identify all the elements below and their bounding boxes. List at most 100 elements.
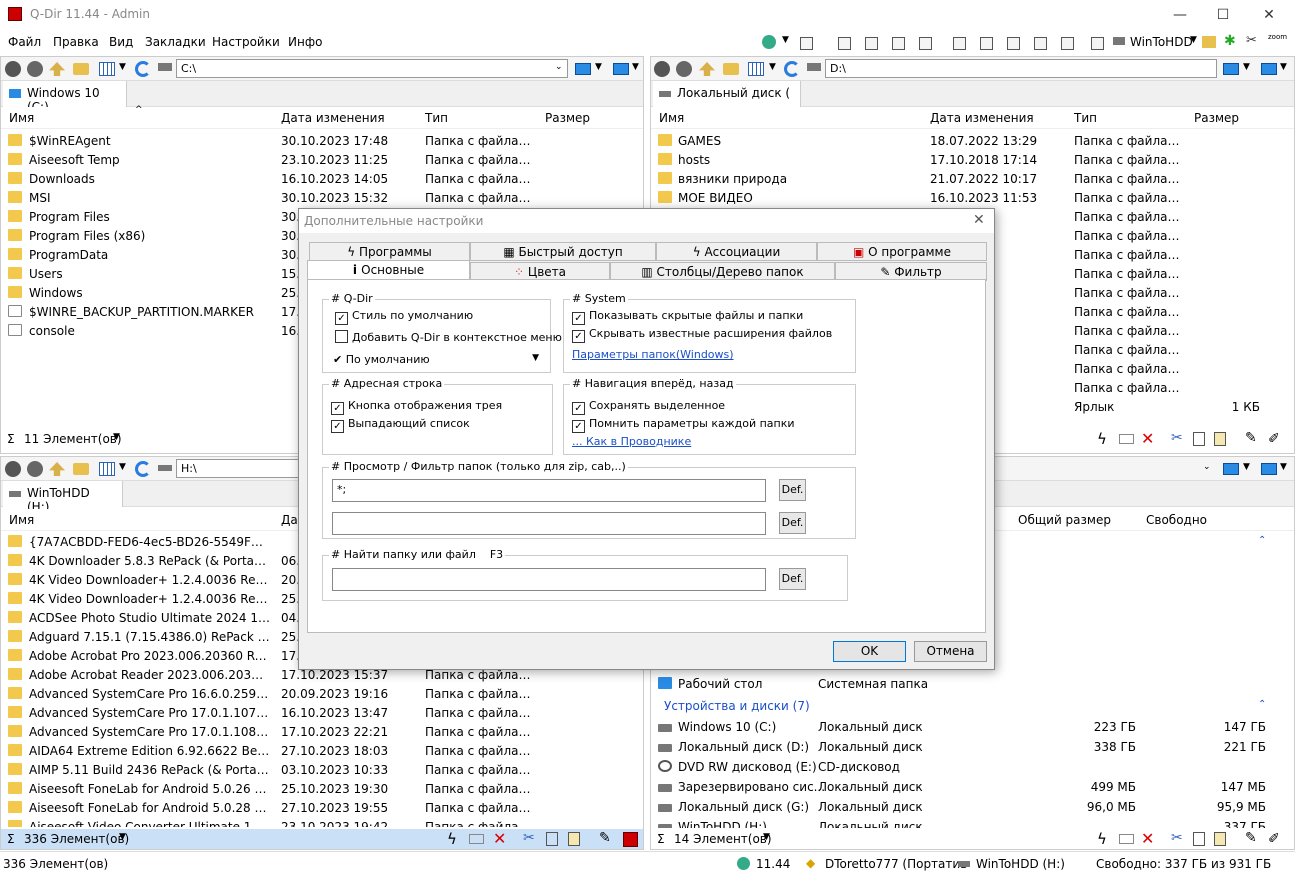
view-icon[interactable]	[99, 462, 115, 476]
checkbox-tray-button[interactable]: ✓ Кнопка отображения трея	[331, 399, 502, 415]
path-input[interactable]: H:\	[176, 459, 316, 478]
back-icon[interactable]	[5, 61, 21, 77]
maximize-button[interactable]: ☐	[1200, 0, 1246, 30]
close-button[interactable]: ✕	[1246, 0, 1292, 30]
cut-icon[interactable]: ✂	[523, 830, 535, 846]
layout-10-icon[interactable]	[1061, 37, 1074, 50]
chevron-down-icon[interactable]: ▼	[632, 62, 639, 72]
checkbox-save-selection[interactable]: ✓ Сохранять выделенное	[572, 399, 725, 415]
layout-11-icon[interactable]	[1091, 37, 1104, 50]
layout-icon[interactable]	[800, 37, 813, 50]
layout-8-icon[interactable]	[1007, 37, 1020, 50]
menu-info[interactable]: Инфо	[288, 35, 322, 49]
chevron-down-icon[interactable]: ▼	[119, 62, 126, 72]
table-row[interactable]: Aiseesoft FoneLab for Android 5.0.28 ReP…	[1, 799, 643, 818]
up-icon[interactable]	[49, 62, 65, 76]
new-folder-icon[interactable]	[73, 463, 89, 475]
layout-7-icon[interactable]	[980, 37, 993, 50]
table-row[interactable]: $WinREAgent 30.10.2023 17:48 Папка с файла…	[1, 132, 643, 151]
cut-icon[interactable]: ✂	[1171, 430, 1183, 446]
cut-icon[interactable]: ✂	[1171, 830, 1183, 846]
delete-icon[interactable]: ✕	[1141, 429, 1154, 448]
monitor-icon[interactable]	[1223, 63, 1239, 75]
back-icon[interactable]	[654, 61, 670, 77]
folder-icon[interactable]	[1202, 36, 1216, 48]
up-icon[interactable]	[699, 62, 715, 76]
lightning-icon[interactable]: ϟ	[1097, 830, 1107, 848]
edit-icon[interactable]: ✎	[599, 830, 611, 846]
refresh-icon[interactable]	[135, 461, 151, 477]
table-row[interactable]: AIMP 5.11 Build 2436 RePack (& Portable)…	[1, 761, 643, 780]
view-icon[interactable]	[99, 62, 115, 76]
checkbox-dropdown-list[interactable]: ✓ Выпадающий список	[331, 417, 470, 433]
chevron-down-icon[interactable]: ⌄	[555, 62, 563, 72]
zoom-icon[interactable]: zoom	[1268, 33, 1287, 41]
chevron-down-icon[interactable]: ▼	[1243, 462, 1250, 472]
monitor-icon[interactable]	[575, 63, 591, 75]
layout-3-icon[interactable]	[865, 37, 878, 50]
mail-icon[interactable]	[1119, 434, 1134, 444]
col-size[interactable]: Размер	[545, 111, 590, 125]
delete-icon[interactable]: ✕	[1141, 829, 1154, 848]
paste-icon[interactable]	[1214, 832, 1226, 846]
checkbox-context-menu[interactable]: Добавить Q-Dir в контекстное меню	[335, 330, 562, 344]
new-folder-icon[interactable]	[723, 63, 739, 75]
col-type[interactable]: Тип	[1074, 111, 1097, 125]
path-input[interactable]: D:\	[825, 59, 1217, 78]
col-date[interactable]: Дата изменения	[281, 111, 385, 125]
new-folder-icon[interactable]	[73, 63, 89, 75]
table-row[interactable]: Локальный диск (G:) Локальный диск 96,0 МБ…	[651, 798, 1271, 817]
paste-icon[interactable]	[568, 832, 580, 846]
filter-input-2[interactable]	[332, 512, 766, 535]
tab-programs[interactable]: ϟ Программы	[309, 242, 470, 261]
chevron-down-icon[interactable]: ⌄	[1203, 462, 1211, 472]
menu-settings[interactable]: Настройки	[212, 35, 280, 49]
refresh-icon[interactable]	[135, 61, 151, 77]
table-row[interactable]: Aiseesoft Video Converter Ultimate 10.7.…	[1, 818, 643, 827]
copy-icon[interactable]	[1193, 832, 1205, 846]
monitor-icon[interactable]	[1261, 63, 1277, 75]
checkbox-show-hidden[interactable]: ✓ Показывать скрытые файлы и папки	[572, 309, 803, 325]
properties-icon[interactable]: ✐	[1268, 831, 1280, 847]
drive-menu[interactable]: WinToHDD	[1130, 35, 1193, 49]
tab-quick-access[interactable]: ▦ Быстрый доступ	[470, 242, 656, 261]
table-row[interactable]: Локальный диск (D:) Локальный диск 338 ГБ 2…	[651, 738, 1271, 757]
table-row[interactable]: МОЕ ВИДЕО 16.10.2023 11:53 Папка с файлами	[651, 189, 1294, 208]
tab-about[interactable]: ▣ О программе	[817, 242, 987, 261]
dialog-close-icon[interactable]: ✕	[973, 212, 985, 228]
col-size[interactable]: Размер	[1194, 111, 1239, 125]
table-row[interactable]: Advanced SystemCare Pro 16.6.0.259 Porta…	[1, 685, 643, 704]
globe-icon[interactable]	[762, 35, 776, 49]
chevron-down-icon[interactable]: ▼	[763, 832, 770, 842]
list-item[interactable]: Рабочий стол Системная папка	[651, 675, 1271, 694]
table-row[interactable]: MSI 30.10.2023 15:32 Папка с файлами	[1, 189, 643, 208]
col-name[interactable]: Имя	[9, 513, 34, 527]
def-button-2[interactable]: Def.	[779, 512, 806, 534]
tab-general[interactable]: i Основные	[307, 260, 470, 281]
refresh-icon[interactable]	[784, 61, 800, 77]
monitor-icon[interactable]	[613, 63, 629, 75]
layout-9-icon[interactable]	[1034, 37, 1047, 50]
path-input[interactable]: C:\	[176, 59, 568, 78]
app-icon[interactable]	[623, 832, 638, 847]
chevron-down-icon[interactable]: ▼	[782, 35, 789, 45]
view-icon[interactable]	[748, 62, 764, 76]
table-row[interactable]: AIDA64 Extreme Edition 6.92.6622 Beta Po…	[1, 742, 643, 761]
chevron-down-icon[interactable]: ▼	[1243, 62, 1250, 72]
tab-drive[interactable]: WinToHDD (H:)	[3, 481, 123, 514]
mail-icon[interactable]	[1119, 834, 1134, 844]
forward-icon[interactable]	[27, 61, 43, 77]
col-type[interactable]: Тип	[425, 111, 448, 125]
def-button-1[interactable]: Def.	[779, 479, 806, 501]
chevron-down-icon[interactable]: ▼	[595, 62, 602, 72]
cancel-button[interactable]: Отмена	[914, 641, 987, 662]
chevron-down-icon[interactable]: ▼	[769, 62, 776, 72]
layout-6-icon[interactable]	[953, 37, 966, 50]
star-icon[interactable]: ✱	[1224, 33, 1236, 49]
col-date[interactable]: Дата изменения	[930, 111, 1034, 125]
section-header[interactable]: Устройства и диски (7)	[664, 699, 810, 713]
menu-file[interactable]: Файл	[8, 35, 41, 49]
up-icon[interactable]	[49, 462, 65, 476]
menu-view[interactable]: Вид	[109, 35, 133, 49]
menu-edit[interactable]: Правка	[53, 35, 99, 49]
